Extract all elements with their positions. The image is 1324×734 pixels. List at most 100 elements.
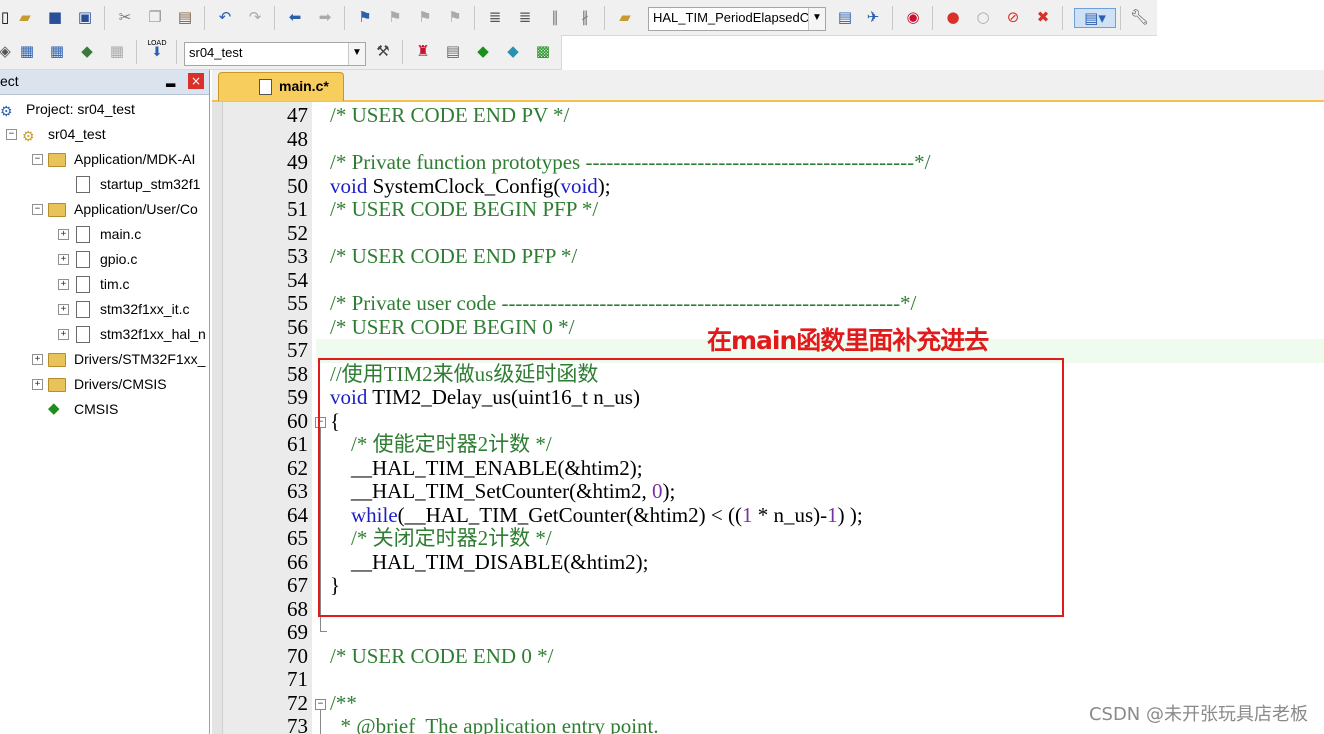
debug-session-icon[interactable]: ◉ [904, 8, 922, 26]
expand-icon[interactable]: + [58, 279, 69, 290]
collapse-icon[interactable]: − [32, 204, 43, 215]
code-text: /* USER CODE END 0 */ [330, 644, 553, 669]
tree-item-label: CMSIS [74, 401, 119, 417]
function-combo[interactable]: HAL_TIM_PeriodElapsedCa ▼ [648, 7, 826, 31]
save-icon[interactable]: ■ [46, 8, 64, 26]
line-number: 67 [287, 573, 308, 597]
line-number: 63 [287, 479, 308, 503]
tree-item[interactable]: ⚙ Project: sr04_test [0, 98, 209, 120]
project-icon: ⚙ [0, 103, 13, 119]
tree-item[interactable]: ◆ CMSIS [0, 398, 209, 420]
download-icon[interactable]: LOAD ⬇ [146, 39, 168, 65]
translate-icon[interactable]: ◈ [0, 42, 14, 60]
file-icon [76, 251, 90, 268]
unindent-icon[interactable]: ≣ [516, 8, 534, 26]
next-bookmark-icon[interactable]: ⚑ [416, 8, 434, 26]
disable-all-breakpoints-icon[interactable]: ⊘ [1004, 8, 1022, 26]
fold-collapse-icon[interactable]: − [315, 698, 326, 710]
stop-build-icon[interactable]: ▦ [108, 42, 126, 60]
build-icon[interactable]: ▦ [18, 42, 36, 60]
folder-icon [48, 153, 66, 167]
new-file-icon[interactable]: ▯ [0, 8, 14, 26]
code-text: /* USER CODE END PFP */ [330, 244, 577, 269]
annotation-text: 在main函数里面补充进去 [707, 326, 989, 355]
comment-icon[interactable]: ∥ [546, 8, 564, 26]
line-number: 49 [287, 150, 308, 174]
code-line: 49 /* Private function prototypes -------… [212, 150, 1324, 175]
indent-icon[interactable]: ≣ [486, 8, 504, 26]
open-folder-icon[interactable]: ▰ [16, 8, 34, 26]
line-number: 68 [287, 596, 308, 621]
code-line: 55 /* Private user code -----------------… [212, 291, 1324, 316]
tree-item[interactable]: − Application/User/Co [0, 198, 209, 220]
navigate-forward-icon[interactable]: ➡ [316, 8, 334, 26]
chevron-down-icon[interactable]: ▼ [808, 8, 825, 30]
batch-build-icon[interactable]: ◆ [78, 42, 96, 60]
breakpoint-icon[interactable]: ● [944, 8, 962, 26]
target-options-icon[interactable]: ⚒ [374, 42, 392, 60]
expand-icon[interactable]: + [58, 229, 69, 240]
paste-icon[interactable]: ▤ [176, 8, 194, 26]
expand-icon[interactable]: + [58, 304, 69, 315]
manage-project-items-icon[interactable]: ♜ [414, 42, 432, 60]
editor-tab-bar: main.c* [212, 70, 1324, 102]
bookmark-icon[interactable]: ⚑ [356, 8, 374, 26]
select-packs-icon[interactable]: ▤ [444, 42, 462, 60]
find-icon[interactable]: ▤ [836, 8, 854, 26]
rebuild-icon[interactable]: ▦ [48, 42, 66, 60]
tree-item[interactable]: − Application/MDK-AI [0, 148, 209, 170]
code-line: 50 void SystemClock_Config(void); [212, 173, 1324, 199]
kill-breakpoints-icon[interactable]: ✖ [1034, 8, 1052, 26]
tree-item[interactable]: + stm32f1xx_hal_n [0, 323, 209, 345]
tree-item[interactable]: + main.c [0, 223, 209, 245]
line-number: 60 [287, 408, 308, 433]
navigate-back-icon[interactable]: ⬅ [286, 8, 304, 26]
tree-item[interactable]: + stm32f1xx_it.c [0, 298, 209, 320]
tree-item[interactable]: + tim.c [0, 273, 209, 295]
close-panel-button[interactable]: × [188, 73, 204, 89]
chevron-down-icon[interactable]: ▼ [348, 43, 365, 65]
save-all-icon[interactable]: ▣ [76, 8, 94, 26]
pin-icon[interactable]: ▂ [166, 73, 175, 87]
pack-installer-icon[interactable]: ◆ [504, 42, 522, 60]
uncomment-icon[interactable]: ∦ [576, 8, 594, 26]
expand-icon[interactable]: + [32, 354, 43, 365]
collapse-icon[interactable]: − [32, 154, 43, 165]
code-text: /** [330, 691, 357, 716]
fold-guide [320, 709, 321, 734]
configure-icon[interactable]: 🔧︎ [1130, 8, 1149, 26]
tree-item[interactable]: + Drivers/STM32F1xx_ [0, 348, 209, 370]
expand-icon[interactable]: + [58, 329, 69, 340]
function-combo-value: HAL_TIM_PeriodElapsedCa [653, 10, 817, 25]
prev-bookmark-icon[interactable]: ⚑ [386, 8, 404, 26]
build-toolbar: ◈ ▦ ▦ ◆ ▦ LOAD ⬇ sr04_test ▼ ⚒ ♜ ▤ ◆ ◆ ▩ [0, 35, 562, 70]
redo-icon[interactable]: ↷ [246, 8, 264, 26]
expand-icon[interactable]: + [58, 254, 69, 265]
line-number: 48 [287, 126, 308, 151]
tree-item[interactable]: startup_stm32f1 [0, 173, 209, 195]
target-combo[interactable]: sr04_test ▼ [184, 42, 366, 66]
line-number: 71 [287, 667, 308, 691]
tree-item[interactable]: + gpio.c [0, 248, 209, 270]
project-panel: ect ▂ × ⚙ Project: sr04_test − ⚙ sr04_test − A… [0, 70, 210, 734]
software-packs-icon[interactable]: ▩ [534, 42, 552, 60]
tree-item[interactable]: − ⚙ sr04_test [0, 123, 209, 145]
window-layout-icon[interactable]: ▤▾ [1074, 8, 1116, 28]
line-number: 57 [287, 338, 308, 362]
line-number: 56 [287, 314, 308, 339]
cut-icon[interactable]: ✂ [116, 8, 134, 26]
copy-icon[interactable]: ❐ [146, 8, 164, 26]
undo-icon[interactable]: ↶ [216, 8, 234, 26]
incremental-find-icon[interactable]: ✈ [864, 8, 882, 26]
tree-item[interactable]: + Drivers/CMSIS [0, 373, 209, 395]
find-in-files-icon[interactable]: ▰ [616, 8, 634, 26]
disable-breakpoint-icon[interactable]: ○ [974, 8, 992, 26]
tab-main-c[interactable]: main.c* [218, 72, 344, 101]
keyword-token: void [560, 173, 598, 198]
line-number: 62 [287, 455, 308, 480]
clear-bookmarks-icon[interactable]: ⚑ [446, 8, 464, 26]
collapse-icon[interactable]: − [6, 129, 17, 140]
manage-rte-icon[interactable]: ◆ [474, 42, 492, 60]
line-number: 47 [287, 103, 308, 127]
expand-icon[interactable]: + [32, 379, 43, 390]
